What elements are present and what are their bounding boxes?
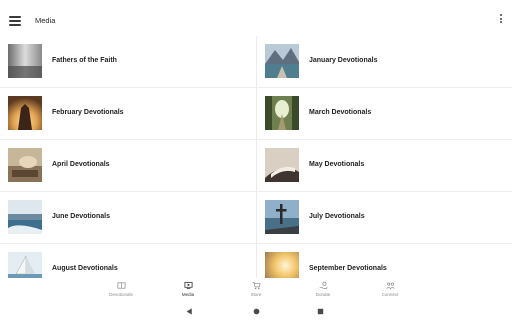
cart-icon [252,281,261,290]
monitor-play-icon [183,281,193,290]
mountain-lake-thumbnail [265,44,299,78]
media-item-label: June Devotionals [52,213,110,220]
recents-square-icon[interactable] [316,307,325,316]
media-item-june-devotionals[interactable]: June Devotionals [0,192,256,244]
media-item-label: February Devotionals [52,109,124,116]
media-item-september-devotionals[interactable]: September Devotionals [257,244,512,278]
media-row: Fathers of the Faith January Devotionals [0,36,512,88]
media-item-label: Fathers of the Faith [52,57,117,64]
media-item-label: April Devotionals [52,161,110,168]
media-item-label: May Devotionals [309,161,365,168]
media-grid: Fathers of the Faith January Devotionals… [0,36,512,278]
media-row: August Devotionals September Devotionals [0,244,512,278]
media-item-label: March Devotionals [309,109,372,116]
hand-on-bible-thumbnail [8,148,42,182]
media-row: June Devotionals July Devotionals [0,192,512,244]
forest-path-thumbnail [265,96,299,130]
bottom-navigation: Devotionals Media Store Donate Connect [0,278,512,302]
book-icon [117,281,126,290]
media-item-label: July Devotionals [309,213,365,220]
nav-label: Connect [381,291,399,297]
media-row: April Devotionals May Devotionals [0,140,512,192]
media-item-february-devotionals[interactable]: February Devotionals [0,88,256,140]
nav-label: Devotionals [109,291,133,297]
home-circle-icon[interactable] [252,307,261,316]
media-item-label: August Devotionals [52,265,118,272]
nav-label: Donate [315,291,331,297]
media-item-march-devotionals[interactable]: March Devotionals [257,88,512,140]
sailboat-thumbnail [8,252,42,278]
seascape-thumbnail [8,200,42,234]
people-icon [385,281,395,290]
misty-landscape-thumbnail [8,44,42,78]
open-bible-thumbnail [265,148,299,182]
hamburger-menu-icon[interactable] [6,12,24,30]
media-item-august-devotionals[interactable]: August Devotionals [0,244,256,278]
sunrise-thumbnail [265,252,299,278]
media-item-april-devotionals[interactable]: April Devotionals [0,140,256,192]
nav-label: Media [181,291,195,297]
page-title: Media [35,16,56,25]
media-item-label: January Devotionals [309,57,378,64]
nav-connect[interactable]: Connect [360,281,420,301]
donate-hand-icon [319,281,328,290]
media-row: February Devotionals March Devotionals [0,88,512,140]
nav-store[interactable]: Store [226,281,286,301]
more-vertical-icon[interactable] [497,14,505,30]
media-item-label: September Devotionals [309,265,387,272]
back-triangle-icon[interactable] [185,307,194,316]
media-item-fathers-of-the-faith[interactable]: Fathers of the Faith [0,36,256,88]
system-navigation-bar [0,302,512,320]
cross-by-water-thumbnail [265,200,299,234]
media-item-july-devotionals[interactable]: July Devotionals [257,192,512,244]
media-item-january-devotionals[interactable]: January Devotionals [257,36,512,88]
media-item-may-devotionals[interactable]: May Devotionals [257,140,512,192]
nav-media[interactable]: Media [158,281,218,301]
praying-hands-sunset-thumbnail [8,96,42,130]
nav-devotionals[interactable]: Devotionals [91,281,151,301]
nav-label: Store [250,291,262,297]
nav-donate[interactable]: Donate [293,281,353,301]
